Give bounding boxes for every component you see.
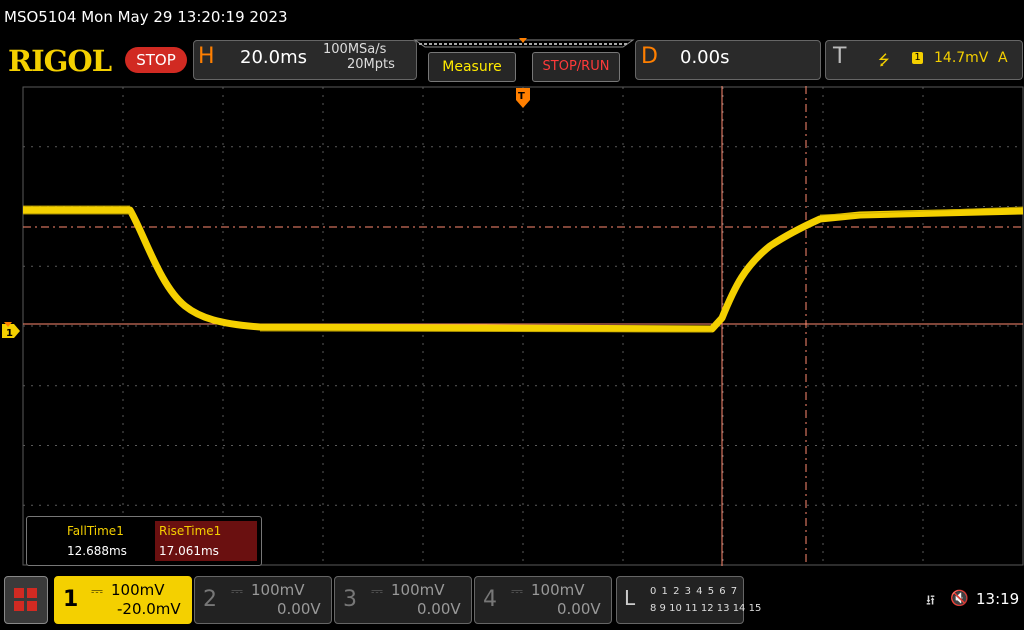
trigger-position-marker: T xyxy=(516,88,530,108)
channel-4-offset: 0.00V xyxy=(557,600,601,618)
grid-menu-icon xyxy=(14,588,37,611)
channel-2-number: 2 xyxy=(203,587,217,612)
channel-2-scale: 100mV xyxy=(251,581,305,599)
dc-coupling-icon: ⎓ xyxy=(91,582,103,600)
channel-3-panel[interactable]: 3 ⎓ 100mV 0.00V xyxy=(334,576,472,624)
rise-time-label: RiseTime1 xyxy=(155,521,257,541)
title-line: MSO5104 Mon May 29 13:20:19 2023 xyxy=(4,8,288,26)
trigger-level: 14.7mV xyxy=(934,50,989,66)
ch1-ground-marker: 1 xyxy=(2,324,20,339)
trigger-panel[interactable] xyxy=(825,40,1023,80)
home-menu-button[interactable] xyxy=(4,576,48,624)
usb-icon: ⭿ xyxy=(926,593,936,609)
run-state-badge[interactable]: STOP xyxy=(125,47,187,73)
speaker-muted-icon[interactable]: 🔇 xyxy=(950,589,969,607)
logic-channels-row-2: 8 9 10 11 12 13 14 15 xyxy=(650,603,762,614)
channel-1-number: 1 xyxy=(63,587,79,612)
dc-coupling-icon: ⎓ xyxy=(371,582,383,600)
channel-4-panel[interactable]: 4 ⎓ 100mV 0.00V xyxy=(474,576,612,624)
logic-key: L xyxy=(624,586,636,610)
horizontal-key: H xyxy=(198,44,215,69)
logic-analyzer-panel[interactable] xyxy=(616,576,744,624)
channel-4-number: 4 xyxy=(483,587,497,612)
memory-depth: 20Mpts xyxy=(347,57,395,72)
trigger-source-badge: 1 xyxy=(912,52,923,64)
rise-time-value: 17.061ms xyxy=(155,541,257,561)
trigger-key: T xyxy=(833,44,847,69)
channel-2-panel[interactable]: 2 ⎓ 100mV 0.00V xyxy=(194,576,332,624)
channel-2-offset: 0.00V xyxy=(277,600,321,618)
channel-3-scale: 100mV xyxy=(391,581,445,599)
trigger-mode: A xyxy=(998,50,1008,66)
waveform-position-strip xyxy=(413,38,635,48)
logic-channels-row-1: 0 1 2 3 4 5 6 7 xyxy=(650,586,739,597)
measure-button[interactable]: Measure xyxy=(428,52,516,82)
stop-run-button[interactable]: STOP/RUN xyxy=(532,52,620,82)
waveform-display[interactable]: T 1 xyxy=(0,86,1024,566)
channel-1-scale: 100mV xyxy=(111,581,165,599)
delay-value: 0.00s xyxy=(680,47,730,68)
dc-coupling-icon: ⎓ xyxy=(511,582,523,600)
ch1-ground-label: 1 xyxy=(6,328,13,339)
channel-4-scale: 100mV xyxy=(531,581,585,599)
rigol-logo: RIGOL xyxy=(8,44,112,78)
delay-key: D xyxy=(641,44,658,69)
channel-3-offset: 0.00V xyxy=(417,600,461,618)
sample-rate: 100MSa/s xyxy=(323,42,387,57)
channel-3-number: 3 xyxy=(343,587,357,612)
clock: 13:19 xyxy=(976,590,1020,608)
channel-1-offset: -20.0mV xyxy=(117,600,181,618)
fall-time-value: 12.688ms xyxy=(67,544,127,558)
trigger-marker-label: T xyxy=(518,91,525,102)
channel-1-panel[interactable]: 1 ⎓ 100mV -20.0mV xyxy=(54,576,192,624)
rising-edge-icon: ⭍ xyxy=(878,53,890,69)
fall-time-label: FallTime1 xyxy=(31,521,155,541)
measurement-panel[interactable]: FallTime1 RiseTime1 12.688ms 17.061ms xyxy=(26,516,262,566)
timebase-value: 20.0ms xyxy=(240,47,307,68)
dc-coupling-icon: ⎓ xyxy=(231,582,243,600)
